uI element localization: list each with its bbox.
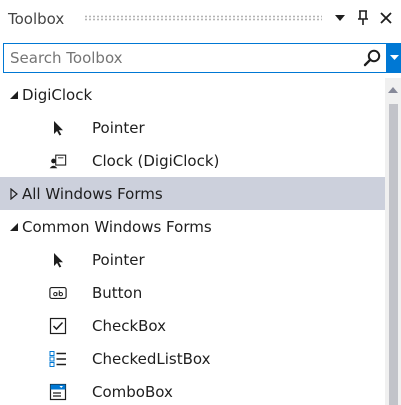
checkbox-icon (49, 317, 67, 335)
pointer-arrow-icon (49, 119, 67, 137)
close-icon[interactable] (376, 6, 396, 30)
group-label: Common Windows Forms (22, 217, 212, 236)
toolbox-tree: DigiClock Pointer Clock (DigiClock) All … (0, 78, 385, 405)
window-position-dropdown-icon[interactable] (330, 6, 350, 30)
toolbox-title: Toolbox (8, 10, 65, 28)
scrollbar-thumb[interactable] (389, 104, 398, 405)
combobox-icon (49, 383, 67, 401)
toolbox-item-pointer[interactable]: Pointer (0, 111, 385, 144)
toolbox-title-bar: Toolbox (0, 0, 401, 38)
search-box (3, 43, 387, 73)
toolbox-item-checkedlistbox[interactable]: CheckedListBox (0, 342, 385, 375)
group-label: DigiClock (22, 85, 93, 104)
toolbox-item-clock[interactable]: Clock (DigiClock) (0, 144, 385, 177)
group-all-windows-forms[interactable]: All Windows Forms (0, 177, 385, 210)
scroll-up-arrow-icon[interactable] (385, 84, 401, 96)
pointer-arrow-icon (49, 251, 67, 269)
toolbox-item-combobox[interactable]: ComboBox (0, 375, 385, 405)
user-control-icon (49, 152, 67, 170)
checked-list-icon (49, 350, 67, 368)
item-label: CheckBox (92, 316, 167, 335)
search-options-dropdown-icon[interactable] (387, 43, 401, 73)
group-digiclock[interactable]: DigiClock (0, 78, 385, 111)
item-label: CheckedListBox (92, 349, 211, 368)
search-input[interactable] (4, 44, 372, 72)
item-label: Clock (DigiClock) (92, 151, 220, 170)
toolbox-item-pointer[interactable]: Pointer (0, 243, 385, 276)
expanded-triangle-icon[interactable] (8, 88, 20, 102)
drag-grip[interactable] (84, 15, 322, 21)
item-label: Button (92, 283, 143, 302)
group-common-windows-forms[interactable]: Common Windows Forms (0, 210, 385, 243)
toolbox-item-button[interactable]: Button (0, 276, 385, 309)
button-ab-icon (49, 284, 67, 302)
item-label: ComboBox (92, 382, 173, 401)
expanded-triangle-icon[interactable] (8, 220, 20, 234)
group-label: All Windows Forms (22, 184, 163, 203)
collapsed-triangle-icon[interactable] (8, 187, 20, 201)
pin-icon[interactable] (353, 6, 373, 30)
vertical-scrollbar[interactable] (385, 78, 401, 405)
item-label: Pointer (92, 250, 145, 269)
item-label: Pointer (92, 118, 145, 137)
toolbox-item-checkbox[interactable]: CheckBox (0, 309, 385, 342)
search-icon[interactable] (362, 48, 382, 68)
